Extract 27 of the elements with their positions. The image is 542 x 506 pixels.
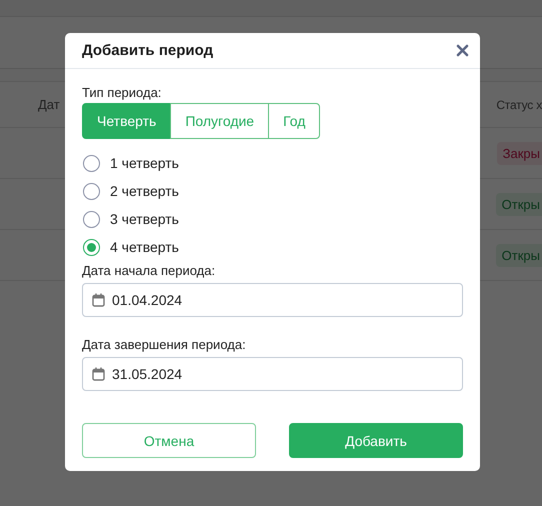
date-field[interactable]: 01.04.2024 <box>82 283 463 317</box>
date-field[interactable]: 31.05.2024 <box>82 357 463 391</box>
column-header: Статус х <box>496 98 542 112</box>
radio-button[interactable] <box>83 154 100 172</box>
add-button[interactable]: Добавить <box>289 423 463 458</box>
status-badge: Откры <box>496 192 542 216</box>
status-badge: Закры <box>496 142 542 164</box>
calendar-icon <box>92 293 105 307</box>
column-header: Дат <box>38 97 60 112</box>
field-label: Тип периода: <box>82 85 162 101</box>
period-type-tab[interactable]: Год <box>268 103 320 139</box>
dialog-title: Добавить период <box>82 42 214 59</box>
status-badge: Откры <box>496 244 542 266</box>
radio-label: 4 четверть <box>110 239 179 255</box>
calendar-icon <box>92 367 105 381</box>
radio-button[interactable] <box>83 182 100 200</box>
radio-label: 3 четверть <box>110 211 179 227</box>
period-type-tab[interactable]: Полугодие <box>170 103 270 139</box>
cancel-button[interactable]: Отмена <box>82 423 256 458</box>
radio-label: 1 четверть <box>110 155 179 171</box>
field-label: Дата завершения периода: <box>82 337 247 353</box>
radio-button[interactable] <box>83 238 100 256</box>
period-type-tab[interactable]: Четверть <box>82 103 172 139</box>
radio-label: 2 четверть <box>110 183 179 199</box>
radio-button[interactable] <box>83 210 100 228</box>
field-label: Дата начала периода: <box>82 263 216 279</box>
close-icon[interactable] <box>456 44 469 57</box>
